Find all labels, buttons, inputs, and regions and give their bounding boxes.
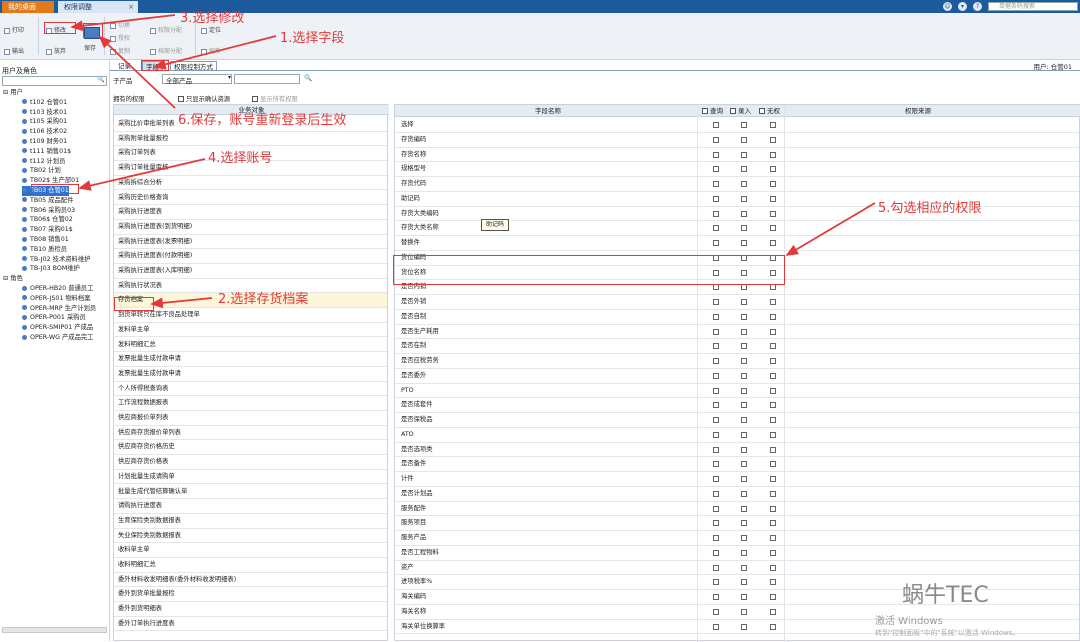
annotation-step6: 6.保存，账号重新登录后生效 <box>178 113 347 128</box>
arrow-account <box>78 158 206 191</box>
annotation-step3: 3.选择修改 <box>180 11 245 26</box>
annotation-step4: 4.选择账号 <box>208 151 273 166</box>
arrow-field <box>153 35 277 70</box>
arrow-inventory <box>150 297 213 309</box>
windows-activation-text: 激活 Windows <box>875 616 943 627</box>
arrow-save <box>98 35 176 109</box>
annotation-step5: 5.勾选相应的权限 <box>878 201 982 216</box>
arrow-modify <box>70 14 176 32</box>
annotation-step1: 1.选择字段 <box>280 31 345 46</box>
windows-activation-hint: 转到"控制面板"中的"系统"以激活 Windows。 <box>875 629 1020 637</box>
wechat-logo: 蜗牛TEC <box>902 583 989 608</box>
arrow-permission <box>785 202 876 256</box>
annotation-arrows <box>70 14 876 309</box>
annotation-step2: 2.选择存货档案 <box>218 292 309 307</box>
